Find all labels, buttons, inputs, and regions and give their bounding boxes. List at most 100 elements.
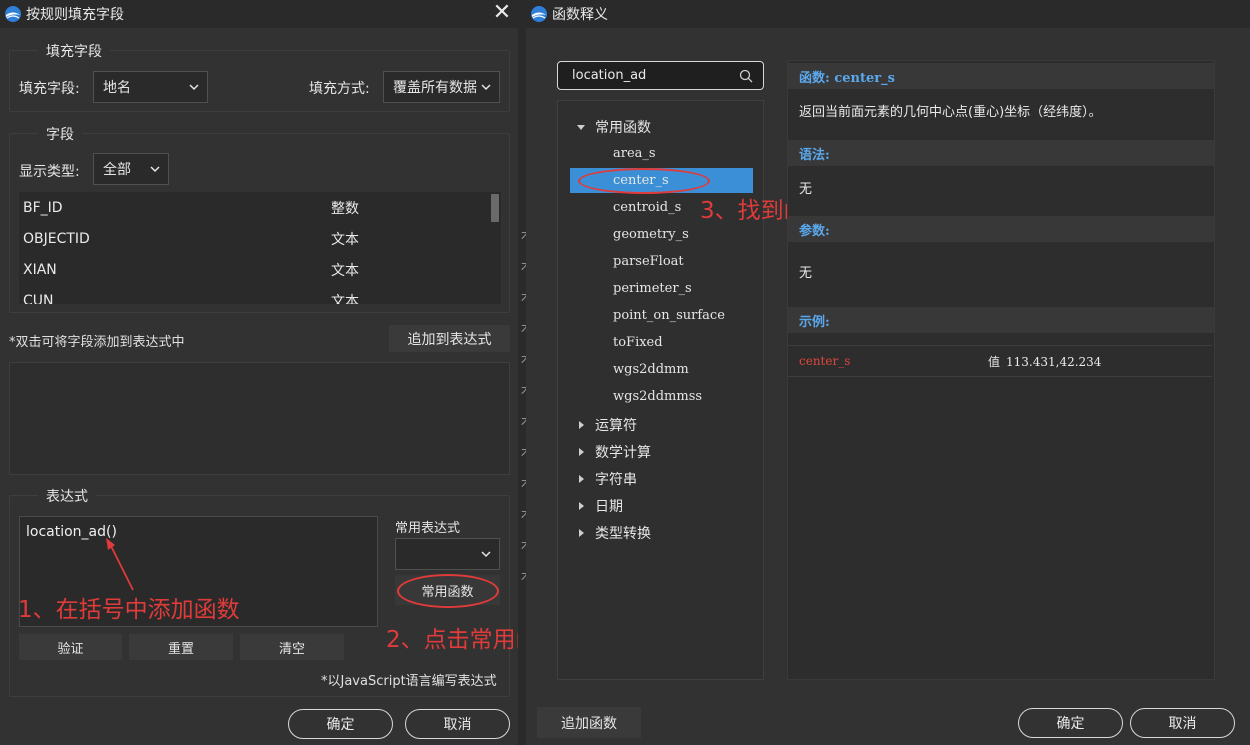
caret-down-icon: [577, 124, 585, 130]
cancel-button[interactable]: 取消: [405, 709, 510, 739]
tree-group-string[interactable]: 字符串: [558, 466, 763, 491]
caret-right-icon: [579, 420, 584, 429]
tree-item-toFixed[interactable]: toFixed: [558, 330, 763, 355]
app-logo-icon: [531, 6, 547, 22]
tree-item-label: wgs2ddmmss: [613, 389, 703, 404]
tree-item-wgs2ddmm[interactable]: wgs2ddmm: [558, 357, 763, 382]
tree-item-label: wgs2ddmm: [613, 362, 689, 377]
field-name: XIAN: [23, 261, 57, 278]
ok-button[interactable]: 确定: [1018, 708, 1123, 738]
tree-item-parseFloat[interactable]: parseFloat: [558, 249, 763, 274]
tree-item-label: centroid_s: [613, 200, 682, 215]
caret-right-icon: [579, 447, 584, 456]
table-scrollbar[interactable]: [491, 194, 499, 222]
annotation-highlight: [397, 574, 499, 608]
field-table: BF_ID 整数 OBJECTID 文本 XIAN 文本 CUN 文本: [19, 192, 501, 304]
search-icon[interactable]: [739, 69, 753, 83]
reset-button[interactable]: 重置: [129, 634, 233, 660]
search-value: location_ad: [572, 68, 647, 83]
annotation-arrow: [106, 538, 134, 591]
tree-item-point_on_surface[interactable]: point_on_surface: [558, 303, 763, 328]
select-value: 覆盖所有数据: [393, 80, 477, 96]
annotation-step1: 1、在括号中添加函数: [18, 597, 240, 623]
tree-item-wgs2ddmmss[interactable]: wgs2ddmmss: [558, 384, 763, 409]
cancel-button[interactable]: 取消: [1130, 708, 1235, 738]
tree-item-label: toFixed: [613, 335, 663, 350]
tree-group-common[interactable]: 常用函数: [558, 114, 763, 139]
javascript-hint: *以JavaScript语言编写表达式: [321, 674, 497, 689]
field-name: OBJECTID: [23, 230, 90, 247]
select-value: 地名: [103, 80, 131, 96]
example-value-label: 值: [988, 354, 1001, 369]
select-value: 全部: [103, 162, 131, 178]
tree-group-operators[interactable]: 运算符: [558, 412, 763, 437]
example-header: 示例:: [788, 307, 1214, 333]
tree-group-label: 常用函数: [595, 119, 651, 136]
annotation-highlight: [578, 168, 710, 194]
group-title: 填充字段: [38, 41, 110, 61]
function-header: 函数: center_s: [788, 63, 1214, 89]
function-search-input[interactable]: location_ad: [557, 61, 764, 90]
table-row[interactable]: CUN 文本: [19, 285, 501, 305]
field-name: CUN: [23, 292, 54, 305]
tree-group-label: 日期: [595, 498, 623, 515]
tree-group-label: 运算符: [595, 417, 637, 434]
verify-button[interactable]: 验证: [19, 634, 122, 660]
tree-group-label: 类型转换: [595, 525, 651, 542]
tree-group-type-conversion[interactable]: 类型转换: [558, 520, 763, 545]
title-bar: 函数释义: [526, 0, 1250, 28]
fill-mode-select[interactable]: 覆盖所有数据: [383, 71, 500, 103]
example-value: 值 113.431,42.234: [988, 353, 1101, 370]
field-name: BF_ID: [23, 199, 63, 216]
common-expression-label: 常用表达式: [395, 521, 461, 536]
clear-button[interactable]: 清空: [240, 634, 344, 660]
function-description: 返回当前面元素的几何中心点(重心)坐标（经纬度）。: [799, 105, 1102, 120]
title-bar: 按规则填充字段 ✕: [0, 0, 520, 28]
params-body: 无: [799, 266, 813, 281]
tree-item-label: area_s: [613, 146, 656, 161]
caret-right-icon: [579, 474, 584, 483]
tree-item-geometry_s[interactable]: geometry_s: [558, 222, 763, 247]
tree-item-label: perimeter_s: [613, 281, 692, 296]
display-type-select[interactable]: 全部: [93, 153, 169, 185]
field-preview-area: [9, 362, 510, 475]
fill-field-select[interactable]: 地名: [93, 71, 208, 103]
tree-group-math[interactable]: 数学计算: [558, 439, 763, 464]
table-row[interactable]: OBJECTID 文本: [19, 223, 501, 254]
tree-group-label: 数学计算: [595, 444, 651, 461]
chevron-down-icon: [189, 84, 199, 91]
tree-item-label: geometry_s: [613, 227, 689, 242]
chevron-down-icon: [481, 551, 491, 558]
caret-right-icon: [579, 528, 584, 537]
fill-field-dialog: 按规则填充字段 ✕ 填充字段 填充字段: 地名 填充方式: 覆盖所有数据 字段 …: [0, 0, 562, 745]
tree-item-label: parseFloat: [613, 254, 684, 269]
table-row[interactable]: XIAN 文本: [19, 254, 501, 285]
tree-item-perimeter_s[interactable]: perimeter_s: [558, 276, 763, 301]
table-row[interactable]: BF_ID 整数: [19, 192, 501, 223]
close-icon[interactable]: ✕: [490, 2, 514, 26]
example-row: center_s 值 113.431,42.234: [788, 345, 1212, 377]
field-type: 文本: [331, 262, 359, 279]
ok-button[interactable]: 确定: [288, 709, 393, 739]
fill-mode-label: 填充方式:: [309, 81, 370, 97]
tree-item-label: point_on_surface: [613, 308, 725, 323]
example-value-text: 113.431,42.234: [1006, 354, 1102, 369]
app-logo-icon: [5, 6, 21, 22]
common-expression-select[interactable]: [395, 538, 500, 570]
caret-right-icon: [579, 501, 584, 510]
tree-group-date[interactable]: 日期: [558, 493, 763, 518]
dialog-title: 按规则填充字段: [26, 7, 124, 23]
params-header: 参数:: [788, 216, 1214, 242]
chevron-down-icon: [150, 166, 160, 173]
function-detail-panel: 函数: center_s 返回当前面元素的几何中心点(重心)坐标（经纬度）。 语…: [787, 60, 1215, 680]
tree-group-label: 字符串: [595, 471, 637, 488]
tree-item-area_s[interactable]: area_s: [558, 141, 763, 166]
group-title: 字段: [38, 124, 82, 144]
add-to-expression-button[interactable]: 追加到表达式: [389, 325, 510, 352]
dblclick-hint: *双击可将字段添加到表达式中: [9, 335, 185, 350]
dialog-title: 函数释义: [552, 7, 608, 23]
fill-field-label: 填充字段:: [19, 81, 80, 97]
syntax-header: 语法:: [788, 140, 1214, 166]
syntax-body: 无: [799, 182, 813, 197]
append-function-button[interactable]: 追加函数: [537, 707, 641, 738]
